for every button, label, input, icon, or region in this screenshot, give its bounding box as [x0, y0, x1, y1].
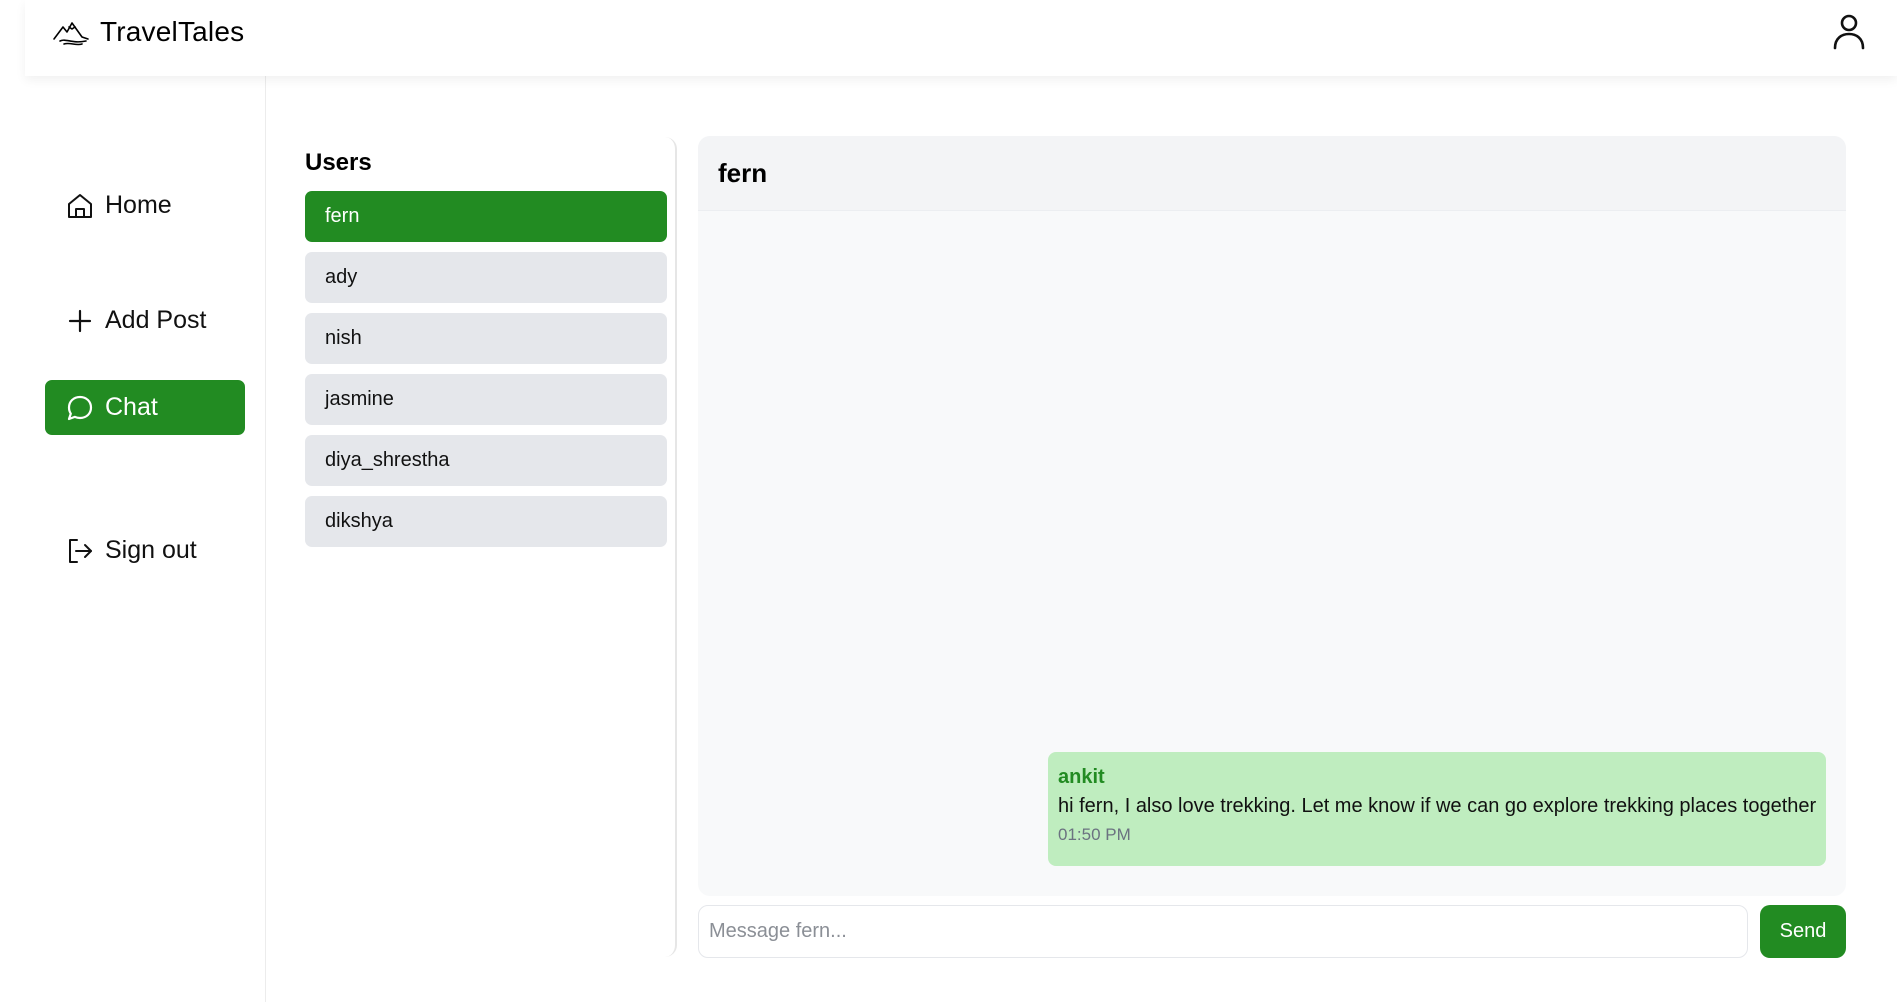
sidebar: Home Add Post Chat Sign out [25, 76, 266, 1002]
sidebar-item-home[interactable]: Home [45, 178, 245, 233]
sidebar-item-chat[interactable]: Chat [45, 380, 245, 435]
user-list: fern ady nish jasmine diya_shrestha diks… [305, 191, 667, 557]
message-text: hi fern, I also love trekking. Let me kn… [1058, 795, 1817, 817]
app-root: TravelTales Home Add Post Chat Sign out … [0, 0, 1897, 1002]
sidebar-item-label: Sign out [105, 536, 197, 564]
users-title: Users [305, 149, 372, 176]
sidebar-item-label: Home [105, 191, 172, 219]
chat-bubble-icon [67, 395, 93, 420]
sidebar-item-label: Add Post [105, 306, 207, 334]
chat-panel: fern ankit hi fern, I also love trekking… [698, 136, 1846, 896]
chat-recipient-name: fern [698, 136, 1846, 211]
user-list-item[interactable]: ady [305, 252, 667, 303]
send-button[interactable]: Send [1760, 905, 1846, 958]
message-sender: ankit [1058, 766, 1105, 788]
user-list-item[interactable]: nish [305, 313, 667, 364]
profile-button[interactable] [1828, 10, 1870, 52]
message-timestamp: 01:50 PM [1058, 825, 1131, 844]
sidebar-item-sign-out[interactable]: Sign out [45, 523, 245, 578]
brand-logo[interactable]: TravelTales [52, 14, 244, 50]
sign-out-icon [69, 538, 92, 563]
message-input[interactable] [698, 905, 1748, 958]
brand-name: TravelTales [100, 16, 245, 47]
top-header: TravelTales [25, 0, 1897, 76]
message-bubble: ankit hi fern, I also love trekking. Let… [1048, 752, 1826, 866]
plus-icon [68, 309, 92, 332]
user-list-item[interactable]: diya_shrestha [305, 435, 667, 486]
user-icon [1833, 14, 1865, 50]
mountain-icon [53, 22, 89, 46]
user-list-item[interactable]: fern [305, 191, 667, 242]
home-icon [68, 193, 92, 218]
users-panel: Users fern ady nish jasmine diya_shresth… [305, 137, 677, 957]
sidebar-item-add-post[interactable]: Add Post [45, 293, 245, 348]
user-list-item[interactable]: jasmine [305, 374, 667, 425]
sidebar-item-label: Chat [105, 393, 158, 421]
user-list-item[interactable]: dikshya [305, 496, 667, 547]
